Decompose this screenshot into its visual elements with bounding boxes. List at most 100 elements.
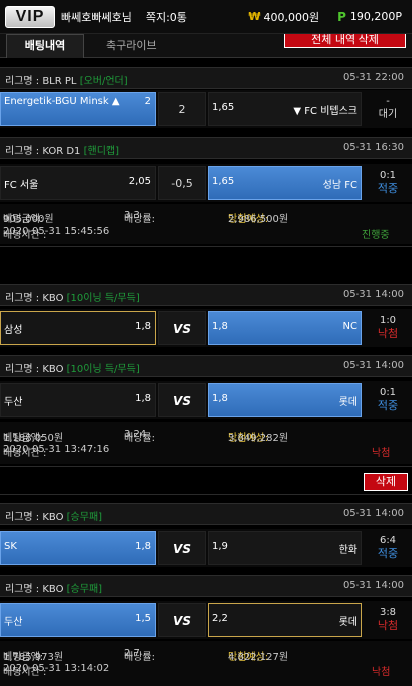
league-name: 리그명 : KBO [10이닝 득/무득] — [5, 364, 140, 375]
away-odds: 1,8 — [212, 321, 228, 332]
league-name: 리그명 : KBO [10이닝 득/무득] — [5, 293, 140, 304]
bet-result: 낙첨 — [372, 448, 391, 459]
home-pick[interactable]: 두산 1,5 — [0, 603, 156, 637]
away-odds: 1,8 — [212, 393, 228, 404]
away-odds: 1,9 — [212, 541, 228, 552]
score: 6:4 — [379, 535, 397, 546]
away-team: 롯데 — [338, 397, 357, 408]
away-team: 한화 — [338, 545, 357, 556]
score: 0:1 — [379, 387, 397, 398]
home-pick[interactable]: FC 서울 2,05 — [0, 166, 156, 200]
league-name: 리그명 : KOR D1 [핸디캡] — [5, 146, 119, 157]
league-header: 리그명 : KBO [10이닝 득/무득] 05-31 14:00 — [0, 284, 412, 306]
delete-button[interactable]: 삭제 — [364, 473, 408, 491]
away-pick[interactable]: 1,8 NC — [208, 311, 362, 345]
status-badge: 적중 — [377, 399, 399, 412]
top-status-bar: VIP 빠쎄호빠쎄호님 쪽지:0통 ₩ 400,000원 P 190,200P — [0, 0, 412, 34]
home-odds: 2 — [144, 96, 151, 107]
home-pick[interactable]: SK 1,8 — [0, 531, 156, 565]
line-value: 2 — [158, 92, 206, 126]
tab-bet-history[interactable]: 배팅내역 — [6, 34, 84, 58]
bet-info: 베팅금액: 1,785,973원 배당률: 2,7 당첨예상: 4,822,12… — [0, 641, 412, 686]
status-badge: 대기 — [378, 109, 398, 120]
league-name: 리그명 : KBO [승무패] — [5, 584, 103, 595]
score: 3:8 — [379, 607, 397, 618]
result-cell: 1:0 낙첨 — [364, 311, 412, 345]
result-cell: 0:1 적중 — [364, 166, 412, 200]
away-odds: 1,65 — [212, 102, 235, 113]
status-badge: 적중 — [377, 547, 399, 560]
vip-logo: VIP — [5, 5, 55, 28]
away-pick[interactable]: 1,65 성남 FC — [208, 166, 362, 200]
home-odds: 1,8 — [135, 541, 151, 552]
divider — [0, 246, 412, 247]
vs-label: VS — [158, 531, 206, 565]
home-pick[interactable]: Energetik-BGU Minsk ▲ 2 — [0, 92, 156, 126]
status-badge: 적중 — [377, 182, 399, 195]
match-row: FC 서울 2,05 -0,5 1,65 성남 FC 0:1 적중 — [0, 164, 412, 202]
home-team: SK — [4, 541, 17, 552]
home-team: 두산 — [4, 397, 23, 408]
line-value: -0,5 — [158, 166, 206, 200]
vs-label: VS — [158, 383, 206, 417]
league-header: 리그명 : KBO [승무패] 05-31 14:00 — [0, 575, 412, 597]
away-odds: 1,65 — [212, 176, 235, 187]
home-odds: 2,05 — [128, 176, 151, 187]
match-row: 두산 1,8 VS 1,8 롯데 0:1 적중 — [0, 381, 412, 419]
score: 1:0 — [379, 315, 397, 326]
league-header: 리그명 : KBO [10이닝 득/무득] 05-31 14:00 — [0, 355, 412, 377]
home-team: 두산 — [4, 617, 23, 628]
league-header: 리그명 : KBO [승무패] 05-31 14:00 — [0, 503, 412, 525]
vs-label: VS — [158, 603, 206, 637]
league-header: 리그명 : BLR PL [오버/언더] 05-31 22:00 — [0, 67, 412, 89]
match-time: 05-31 16:30 — [342, 142, 404, 153]
away-odds: 2,2 — [212, 613, 228, 624]
home-odds: 1,8 — [135, 321, 151, 332]
away-pick[interactable]: 1,9 한화 — [208, 531, 362, 565]
bet-result: 낙첨 — [372, 667, 391, 678]
away-team: NC — [342, 321, 357, 332]
divider — [0, 466, 412, 467]
match-row: 삼성 1,8 VS 1,8 NC 1:0 낙첨 — [0, 309, 412, 347]
bet-info: 베팅금액: 1,188,050원 배당률: 3,24 당첨예상: 3,849,2… — [0, 422, 412, 464]
away-team: 롯데 — [338, 617, 357, 628]
status-badge: 낙첨 — [377, 619, 399, 632]
score: 0:1 — [379, 170, 397, 181]
away-team: ▼ FC 비텝스크 — [293, 106, 357, 117]
tab-soccer-live[interactable]: 축구라이브 — [106, 37, 157, 53]
home-pick[interactable]: 두산 1,8 — [0, 383, 156, 417]
divider — [0, 494, 412, 495]
match-row: Energetik-BGU Minsk ▲ 2 2 1,65 ▼ FC 비텝스크… — [0, 90, 412, 128]
result-cell: 0:1 적중 — [364, 383, 412, 417]
away-team: 성남 FC — [322, 180, 357, 191]
away-pick[interactable]: 1,8 롯데 — [208, 383, 362, 417]
match-row: SK 1,8 VS 1,9 한화 6:4 적중 — [0, 529, 412, 567]
delete-all-button[interactable]: 전체 내역 삭제 — [284, 34, 406, 48]
message-count[interactable]: 쪽지:0통 — [146, 9, 187, 25]
status-badge: 낙첨 — [377, 327, 399, 340]
result-cell: 6:4 적중 — [364, 531, 412, 565]
result-cell: 3:8 낙첨 — [364, 603, 412, 637]
money-balance: 400,000원 — [263, 10, 320, 24]
league-header: 리그명 : KOR D1 [핸디캡] 05-31 16:30 — [0, 137, 412, 159]
user-nickname[interactable]: 빠쎄호빠쎄호님 — [61, 9, 132, 25]
league-name: 리그명 : BLR PL [오버/언더] — [5, 76, 128, 87]
point-balance: 190,200P — [349, 10, 402, 23]
home-odds: 1,8 — [135, 393, 151, 404]
match-time: 05-31 14:00 — [342, 508, 404, 519]
point-icon: P — [337, 9, 346, 24]
match-time: 05-31 22:00 — [342, 72, 404, 83]
result-cell: - 대기 — [364, 92, 412, 126]
home-team: Energetik-BGU Minsk ▲ — [4, 96, 120, 107]
match-time: 05-31 14:00 — [342, 580, 404, 591]
bet-info: 베팅금액: 905,000원 배당률: 3,3 당첨예상: 2,986,500원… — [0, 204, 412, 244]
match-time: 05-31 14:00 — [342, 360, 404, 371]
home-team: FC 서울 — [4, 180, 39, 191]
away-pick[interactable]: 1,65 ▼ FC 비텝스크 — [208, 92, 362, 126]
home-pick[interactable]: 삼성 1,8 — [0, 311, 156, 345]
score: - — [386, 96, 390, 107]
bet-result: 진행중 — [362, 230, 390, 241]
vs-label: VS — [158, 311, 206, 345]
money-icon: ₩ — [248, 10, 261, 23]
away-pick[interactable]: 2,2 롯데 — [208, 603, 362, 637]
